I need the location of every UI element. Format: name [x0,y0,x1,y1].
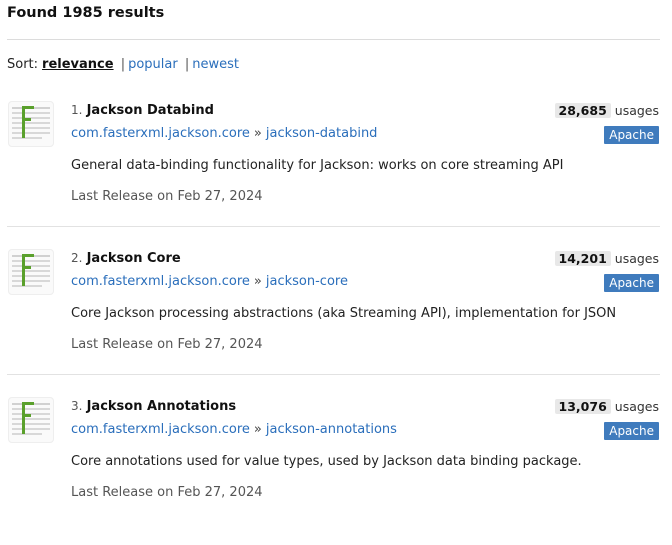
usages-label: usages [614,103,659,118]
result-coordinates: com.fasterxml.jackson.core» jackson-core [71,273,348,291]
sort-option-relevance[interactable]: relevance [42,57,114,72]
result-title: 2. Jackson Core [71,249,181,268]
result-description: Core Jackson processing abstractions (ak… [71,306,617,321]
result-coordinates: com.fasterxml.jackson.core» jackson-annot… [71,421,397,439]
result-index: 2. [71,251,83,265]
breadcrumb-separator: » [253,274,262,289]
result-divider [7,374,660,375]
sort-bar: Sort: relevance | popular | newest [7,57,239,72]
result-name-link[interactable]: Jackson Core [87,251,181,266]
header-divider [7,39,660,40]
jackson-logo-icon[interactable] [8,101,54,147]
usages-counter: 14,201 usages [554,250,659,268]
usages-counter: 28,685 usages [554,102,659,120]
license-badge[interactable]: Apache [604,274,659,292]
usages-count: 13,076 [554,399,611,414]
jackson-logo-icon[interactable] [8,249,54,295]
group-id-link[interactable]: com.fasterxml.jackson.core [71,126,250,141]
license-badge[interactable]: Apache [604,126,659,144]
result-name-link[interactable]: Jackson Databind [87,103,214,118]
result-release-date: Last Release on Feb 27, 2024 [71,337,263,352]
jackson-logo-icon[interactable] [8,397,54,443]
result-coordinates: com.fasterxml.jackson.core» jackson-datab… [71,125,377,143]
result-description: General data-binding functionality for J… [71,158,564,173]
result-title: 3. Jackson Annotations [71,397,236,416]
result-index: 3. [71,399,83,413]
result-release-date: Last Release on Feb 27, 2024 [71,189,263,204]
license-badge[interactable]: Apache [604,422,659,440]
usages-label: usages [614,251,659,266]
result-title: 1. Jackson Databind [71,101,214,120]
usages-count: 14,201 [554,251,611,266]
result-item: 3. Jackson Annotations com.fasterxml.jac… [0,397,672,545]
group-id-link[interactable]: com.fasterxml.jackson.core [71,274,250,289]
result-description: Core annotations used for value types, u… [71,454,582,469]
artifact-id-link[interactable]: jackson-databind [266,126,378,141]
sort-separator: | [184,57,190,72]
usages-count: 28,685 [554,103,611,118]
sort-separator: | [120,57,126,72]
result-name-link[interactable]: Jackson Annotations [87,399,237,414]
sort-option-newest[interactable]: newest [192,57,239,72]
artifact-id-link[interactable]: jackson-annotations [266,422,397,437]
artifact-id-link[interactable]: jackson-core [266,274,348,289]
sort-label: Sort: [7,57,39,72]
sort-option-popular[interactable]: popular [128,57,178,72]
usages-label: usages [614,399,659,414]
result-divider [7,226,660,227]
breadcrumb-separator: » [253,126,262,141]
group-id-link[interactable]: com.fasterxml.jackson.core [71,422,250,437]
result-index: 1. [71,103,83,117]
breadcrumb-separator: » [253,422,262,437]
usages-counter: 13,076 usages [554,398,659,416]
result-release-date: Last Release on Feb 27, 2024 [71,485,263,500]
results-heading: Found 1985 results [7,5,165,21]
